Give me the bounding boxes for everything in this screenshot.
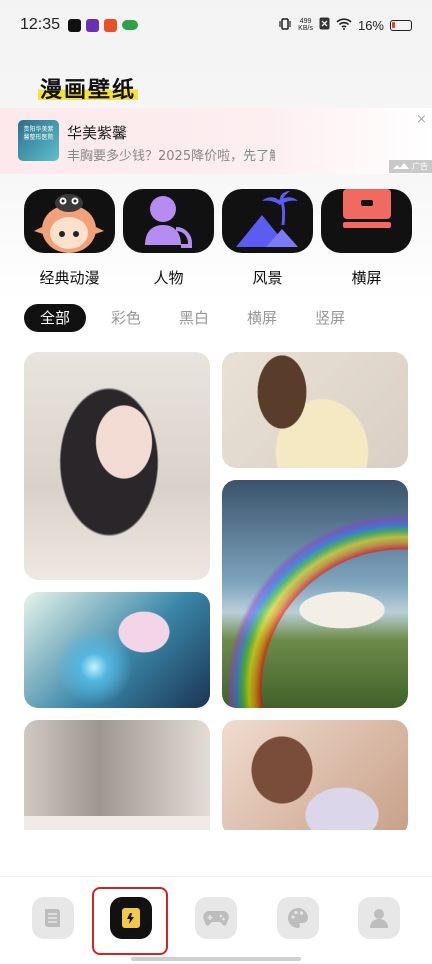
status-indicators: 499 KB/s 16% [278,17,412,34]
anime-girl-wallpaper[interactable] [24,352,210,580]
landscape-screen-icon [321,189,412,253]
app-icon-purple [86,18,100,32]
girl-floral-dress-wallpaper[interactable] [222,720,408,830]
woman-cream-blazer-wallpaper[interactable] [222,352,408,468]
category-label: 风景 [252,269,283,287]
category-horizontal[interactable]: 横屏 [321,189,412,288]
category-landscape[interactable]: 风景 [222,189,313,288]
category-label: 横屏 [351,269,382,287]
ad-banner[interactable]: 贵阳华美紫馨整形医院 华美紫馨 丰胸要多少钱？2025降价啦，先了解 [0,108,432,174]
battery-icon [390,19,412,31]
category-people[interactable]: 人物 [123,189,214,288]
nav-book-button[interactable] [32,897,74,939]
app-icon-orange [104,18,118,32]
person-icon [123,189,214,253]
gamepad-icon [203,911,229,926]
no-sim-icon [319,17,330,33]
net-speed: 499 KB/s [298,18,313,32]
category-classic-anime[interactable]: 经典动漫 [24,189,115,288]
category-label: 人物 [153,269,184,287]
filter-black-white[interactable]: 黑白 [166,304,222,332]
palette-icon [288,908,308,928]
status-time: 12:35 [20,16,61,33]
ad-badge: 广告 [389,160,432,173]
ad-title: 华美紫馨 [67,124,128,142]
status-bar: 12:35 499 KB/s 16% [0,0,432,50]
filter-color[interactable]: 彩色 [98,304,154,332]
bottom-nav [0,876,432,964]
book-icon [45,909,60,927]
home-indicator[interactable] [131,957,301,961]
palm-landscape-icon [222,189,313,253]
category-label: 经典动漫 [39,269,100,287]
ad-description: 丰胸要多少钱？2025降价啦，先了解 [67,149,275,164]
city-car-wallpaper[interactable] [24,720,210,830]
filter-vertical[interactable]: 竖屏 [302,304,358,332]
ad-close-button[interactable]: × [416,112,427,127]
wallpaper-gallery [24,352,408,830]
ad-thumbnail: 贵阳华美紫馨整形医院 [18,120,59,161]
profile-icon [370,909,388,928]
filter-all[interactable]: 全部 [24,304,87,332]
wifi-icon [336,17,352,33]
battery-percent: 16% [357,17,384,33]
net-speed-unit: KB/s [298,25,313,32]
net-speed-value: 499 [299,18,312,25]
fantasy-warrior-wallpaper[interactable] [24,592,210,708]
app-icon-green [122,20,139,30]
page-title: 漫画壁纸 [38,72,139,104]
nav-palette-button[interactable] [277,897,319,939]
tiktok-icon [68,18,82,32]
nav-profile-button[interactable] [358,897,400,939]
filter-horizontal[interactable]: 横屏 [234,304,290,332]
category-row: 经典动漫 人物 风景 横屏 [24,189,412,288]
vibrate-icon [278,17,292,34]
filter-bar: 全部 彩色 黑白 横屏 竖屏 [24,304,370,332]
ad-logo-icon [393,163,410,169]
rainbow-landscape-wallpaper[interactable] [222,480,408,708]
ad-badge-label: 广告 [412,162,428,171]
nav-game-button[interactable] [195,897,237,939]
anime-girl-icon [24,189,115,253]
active-tab-highlight [92,887,168,955]
